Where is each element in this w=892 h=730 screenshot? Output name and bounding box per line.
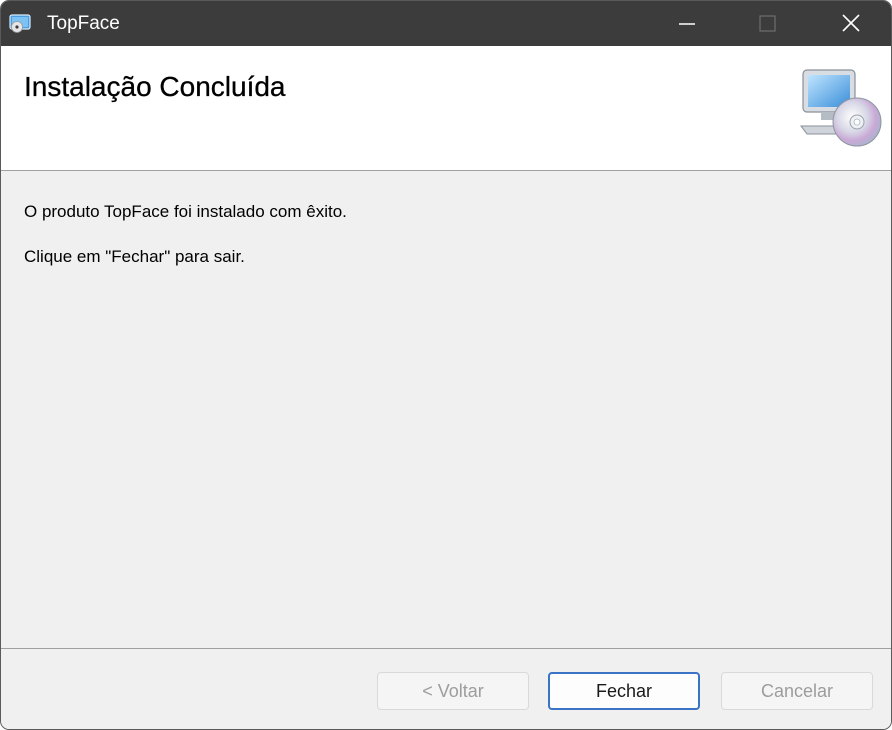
window-title: TopFace	[47, 13, 120, 34]
maximize-button	[727, 1, 807, 46]
minimize-button[interactable]	[647, 1, 727, 46]
maximize-icon	[759, 15, 776, 32]
wizard-footer: < Voltar Fechar Cancelar	[1, 648, 891, 729]
cancel-button: Cancelar	[721, 672, 873, 710]
back-button: < Voltar	[377, 672, 529, 710]
minimize-icon	[679, 23, 695, 25]
title-bar[interactable]: TopFace	[1, 1, 891, 46]
close-window-button[interactable]	[811, 1, 891, 46]
wizard-content: O produto TopFace foi instalado com êxit…	[1, 171, 891, 648]
installer-app-icon	[9, 14, 33, 34]
close-icon	[842, 14, 860, 32]
wizard-header: Instalação Concluída	[1, 46, 891, 171]
page-title: Instalação Concluída	[24, 71, 286, 102]
computer-cd-icon	[797, 68, 885, 148]
installer-window: TopFace Instalação Concluída O produto T…	[0, 0, 892, 730]
instruction-message: Clique em "Fechar" para sair.	[24, 247, 245, 266]
success-message: O produto TopFace foi instalado com êxit…	[24, 202, 347, 221]
finish-close-button[interactable]: Fechar	[548, 672, 700, 710]
